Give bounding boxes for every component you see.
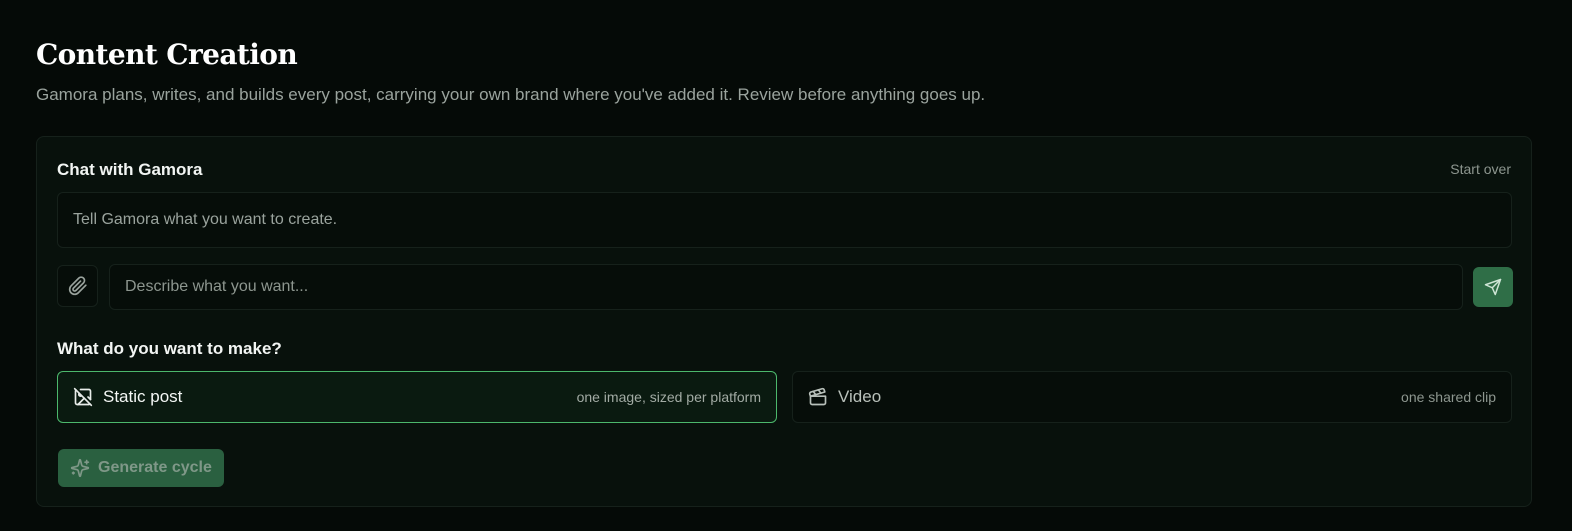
chat-message-area: Tell Gamora what you want to create. bbox=[57, 192, 1512, 248]
option-hint: one shared clip bbox=[1401, 389, 1496, 405]
generate-cycle-button[interactable]: Generate cycle bbox=[58, 449, 224, 487]
page-subtitle: Gamora plans, writes, and builds every p… bbox=[36, 85, 986, 104]
clapperboard-icon bbox=[808, 387, 828, 407]
generate-cycle-label: Generate cycle bbox=[98, 459, 212, 476]
option-label: Video bbox=[838, 387, 882, 406]
start-over-link[interactable]: Start over bbox=[1450, 160, 1511, 178]
send-button[interactable] bbox=[1473, 267, 1513, 307]
option-static-post[interactable]: Static post one image, sized per platfor… bbox=[57, 371, 777, 423]
image-off-icon bbox=[73, 387, 93, 407]
prompt-input[interactable] bbox=[109, 264, 1463, 310]
option-hint: one image, sized per platform bbox=[576, 389, 761, 405]
chat-heading: Chat with Gamora bbox=[57, 160, 203, 179]
attach-button[interactable] bbox=[57, 265, 98, 307]
assistant-message: Tell Gamora what you want to create. bbox=[73, 211, 338, 228]
send-icon bbox=[1484, 278, 1502, 296]
make-heading: What do you want to make? bbox=[57, 339, 282, 358]
option-label: Static post bbox=[103, 387, 183, 406]
chat-panel: Chat with Gamora Start over Tell Gamora … bbox=[36, 136, 1532, 507]
sparkles-icon bbox=[70, 458, 90, 478]
page-title: Content Creation bbox=[36, 38, 298, 71]
paperclip-icon bbox=[68, 276, 87, 296]
option-video[interactable]: Video one shared clip bbox=[792, 371, 1512, 423]
